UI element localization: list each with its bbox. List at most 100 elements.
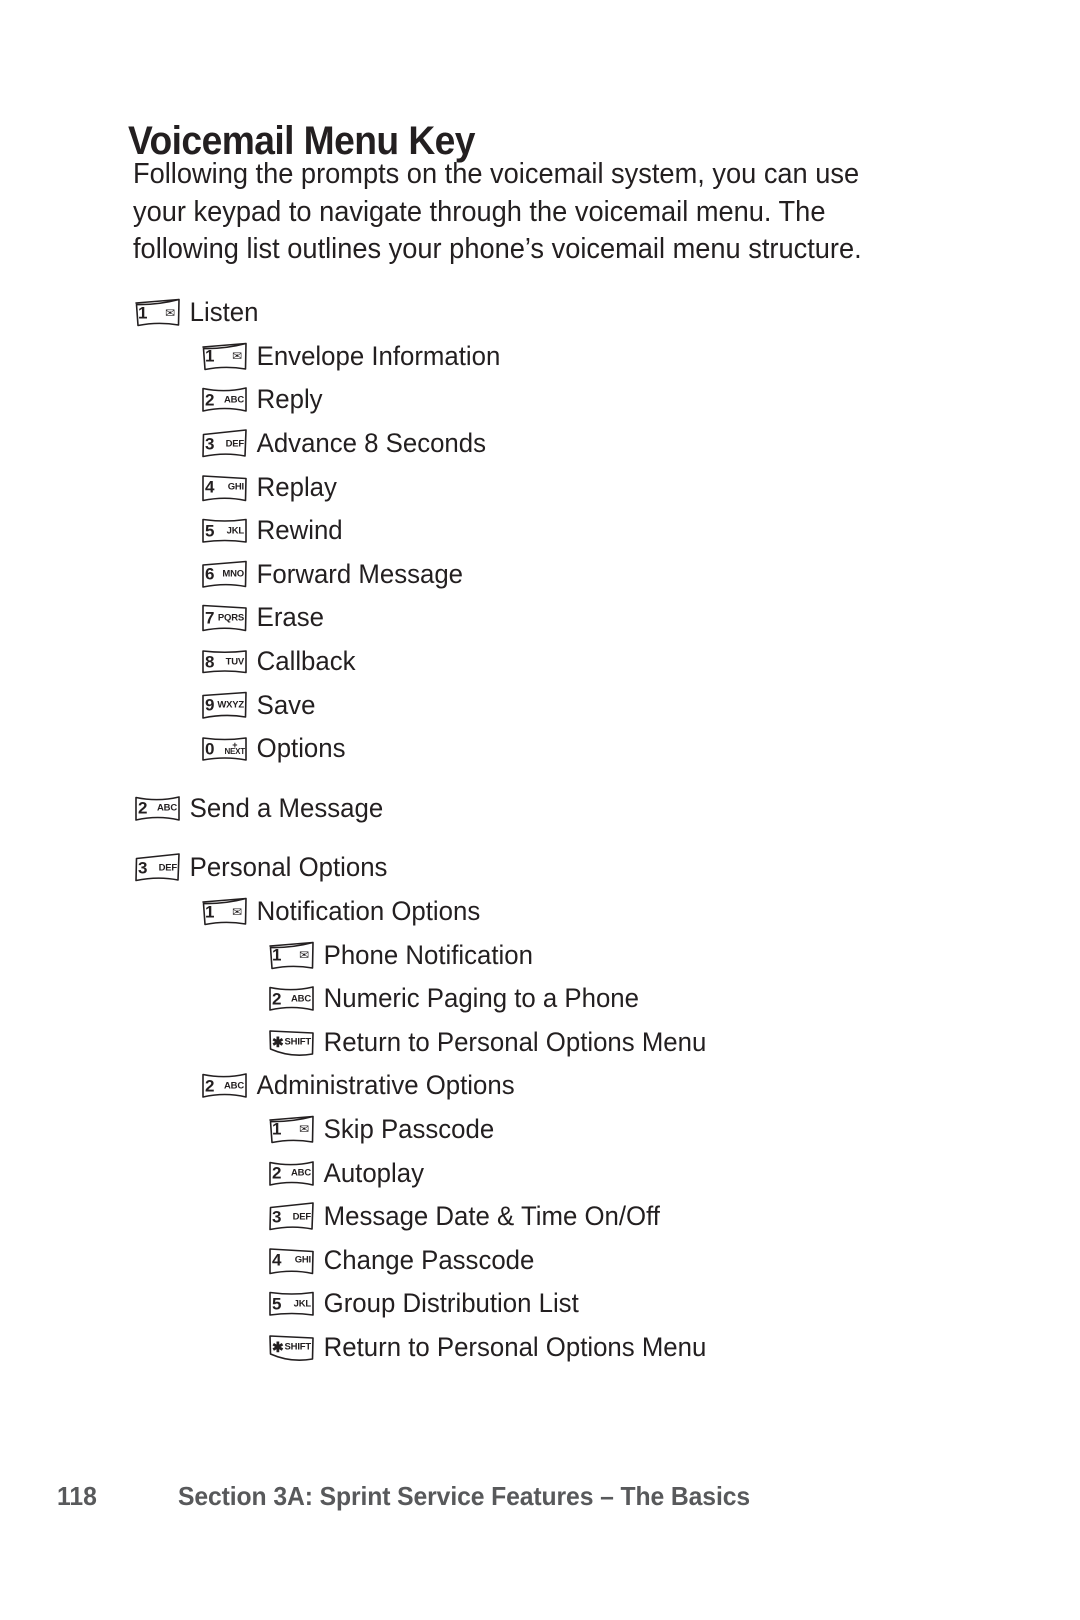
key-7-pqrs-icon: 7 PQRS — [200, 602, 249, 633]
key-4-ghi-icon: 4 GHI — [200, 472, 249, 503]
menu-row-label: Options — [256, 733, 346, 764]
intro-line: Following the prompts on the voicemail s… — [133, 158, 860, 190]
key-digit: 4 — [205, 477, 215, 497]
menu-row-label: Erase — [256, 602, 325, 633]
key-digit: 9 — [205, 695, 215, 715]
menu-row: 5 JKL Rewind — [0, 509, 1080, 553]
key-digit: 6 — [205, 564, 215, 584]
key-sublabel: ABC — [157, 802, 177, 814]
key-1-envelope-icon: 1 ✉ — [133, 297, 182, 328]
menu-row-label: Rewind — [256, 515, 343, 546]
menu-row-label: Numeric Paging to a Phone — [323, 983, 639, 1014]
key-sublabel: ABC — [224, 394, 244, 406]
menu-row: 1 ✉ Notification Options — [0, 890, 1080, 934]
footer-page-number: 118 — [57, 1481, 97, 1511]
key-digit: 2 — [138, 798, 148, 818]
key-sublabel: PQRS — [217, 612, 244, 624]
menu-row: 1 ✉ Phone Notification — [0, 933, 1080, 977]
key-5-jkl-icon: 5 JKL — [200, 515, 249, 546]
envelope-icon: ✉ — [299, 1122, 309, 1137]
key-2-abc-icon: 2 ABC — [267, 1158, 316, 1189]
key-6-mno-icon: 6 MNO — [200, 559, 249, 590]
menu-row: 4 GHI Replay — [0, 465, 1080, 509]
menu-row-label: Return to Personal Options Menu — [323, 1331, 707, 1362]
menu-row-label: Message Date & Time On/Off — [323, 1201, 660, 1232]
menu-row-label: Administrative Options — [256, 1070, 515, 1101]
menu-row-label: Notification Options — [256, 896, 481, 927]
menu-row-label: Forward Message — [256, 558, 464, 589]
key-digit: 2 — [205, 390, 215, 410]
key-5-jkl-icon: 5 JKL — [267, 1288, 316, 1319]
key-digit: 3 — [138, 858, 148, 878]
voicemail-menu-list: 1 ✉ Listen 1 ✉ Envelope Information 2 ABC Reply 3… — [0, 291, 1080, 1369]
key-digit: 8 — [205, 652, 215, 672]
key-2-abc-icon: 2 ABC — [200, 1070, 249, 1101]
key-sublabel: + NEXT — [224, 739, 245, 757]
key-digit: 2 — [272, 1163, 282, 1183]
key-1-envelope-icon: 1 ✉ — [200, 341, 249, 372]
menu-row: ✱ SHIFT Return to Personal Options Menu — [0, 1021, 1080, 1065]
key-sublabel: TUV — [225, 655, 245, 667]
key-sublabel: SHIFT — [284, 1036, 312, 1048]
key-sublabel: MNO — [222, 568, 244, 580]
menu-row: 3 DEF Advance 8 Seconds — [0, 422, 1080, 466]
key-digit: 1 — [138, 303, 148, 323]
key-digit: 2 — [272, 989, 282, 1009]
key-3-def-icon: 3 DEF — [200, 428, 249, 459]
menu-row-label: Phone Notification — [323, 939, 533, 970]
menu-row: 2 ABC Reply — [0, 378, 1080, 422]
menu-row: 9 WXYZ Save — [0, 683, 1080, 727]
menu-row-label: Send a Message — [189, 792, 384, 823]
menu-row: 2 ABC Autoplay — [0, 1151, 1080, 1195]
envelope-icon: ✉ — [299, 948, 309, 963]
menu-row-label: Advance 8 Seconds — [256, 428, 487, 459]
menu-row-label: Callback — [256, 646, 356, 677]
key-digit: 2 — [205, 1076, 215, 1096]
menu-row: 2 ABC Send a Message — [0, 787, 1080, 831]
menu-row: 3 DEF Personal Options — [0, 846, 1080, 890]
key-2-abc-icon: 2 ABC — [133, 793, 182, 824]
key-sublabel: WXYZ — [217, 699, 244, 711]
key-star-shift-icon: ✱ SHIFT — [267, 1332, 316, 1363]
menu-row: 7 PQRS Erase — [0, 596, 1080, 640]
key-sublabel: SHIFT — [284, 1341, 312, 1353]
menu-row-label: Change Passcode — [323, 1244, 535, 1275]
menu-row: 0 + NEXT Options — [0, 727, 1080, 771]
key-2-abc-icon: 2 ABC — [200, 384, 249, 415]
menu-row-label: Autoplay — [323, 1157, 424, 1188]
key-digit: ✱ — [272, 1034, 284, 1051]
menu-row: 1 ✉ Envelope Information — [0, 335, 1080, 379]
menu-row-label: Save — [256, 689, 316, 720]
key-sublabel: JKL — [293, 1298, 312, 1310]
envelope-icon: ✉ — [232, 349, 242, 364]
key-sublabel: DEF — [225, 437, 245, 449]
key-digit: 1 — [272, 945, 282, 965]
key-9-wxyz-icon: 9 WXYZ — [200, 690, 249, 721]
key-star-shift-icon: ✱ SHIFT — [267, 1027, 316, 1058]
envelope-icon: ✉ — [232, 904, 242, 919]
key-sublabel: GHI — [227, 481, 245, 493]
menu-row-label: Skip Passcode — [323, 1113, 495, 1144]
menu-row-label: Reply — [256, 384, 323, 415]
menu-row-label: Group Distribution List — [323, 1288, 579, 1319]
key-digit: 0 — [205, 739, 215, 759]
key-3-def-icon: 3 DEF — [133, 852, 182, 883]
key-sublabel: GHI — [294, 1254, 312, 1266]
key-3-def-icon: 3 DEF — [267, 1201, 316, 1232]
key-1-envelope-icon: 1 ✉ — [267, 940, 316, 971]
key-sublabel: ABC — [224, 1080, 244, 1092]
key-sublabel: DEF — [158, 862, 178, 874]
menu-row: 5 JKL Group Distribution List — [0, 1282, 1080, 1326]
menu-row: ✱ SHIFT Return to Personal Options Menu — [0, 1326, 1080, 1370]
menu-row-label: Return to Personal Options Menu — [323, 1026, 707, 1057]
key-2-abc-icon: 2 ABC — [267, 983, 316, 1014]
menu-row: 1 ✉ Listen — [0, 291, 1080, 335]
key-sublabel: ABC — [291, 992, 311, 1004]
key-digit: 4 — [272, 1250, 282, 1270]
key-sublabel: ABC — [291, 1167, 311, 1179]
key-digit: 3 — [205, 434, 215, 454]
menu-row: 2 ABC Administrative Options — [0, 1064, 1080, 1108]
key-digit: ✱ — [272, 1339, 284, 1356]
menu-row-label: Personal Options — [189, 852, 388, 883]
menu-row: 8 TUV Callback — [0, 640, 1080, 684]
